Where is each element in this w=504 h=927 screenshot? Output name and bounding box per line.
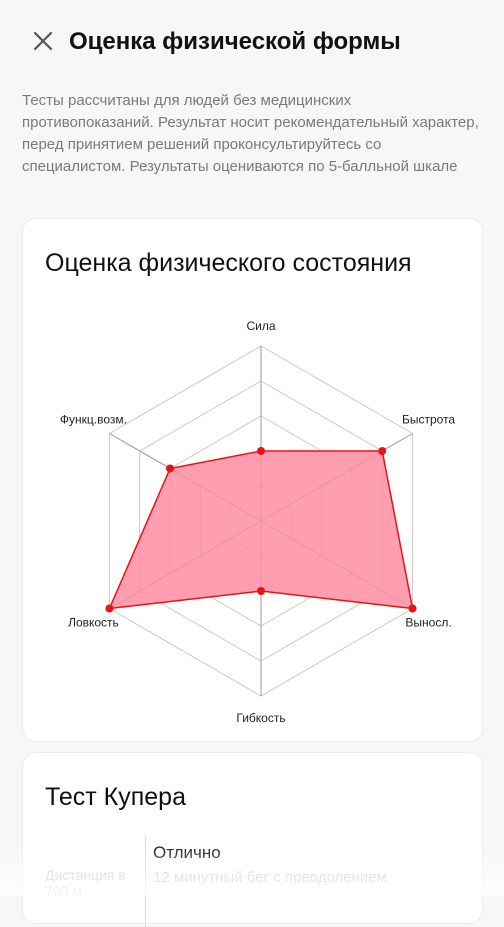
disclaimer-text: Тесты рассчитаны для людей без медицинск… — [22, 92, 479, 175]
radar-axis-label: Гибкость — [236, 711, 285, 725]
cooper-test-card[interactable]: Тест Купера Дистанция в 700 м Отлично 12… — [22, 752, 483, 927]
radar-data-point — [257, 587, 265, 595]
radar-axis-label: Быстрота — [402, 413, 455, 427]
radar-data-area — [108, 450, 414, 610]
radar-chart: Сила Быстрота Выносл. Гибкость Ловкость Функц… — [60, 319, 456, 725]
cooper-result: Отлично — [153, 843, 221, 862]
radar-data-point — [166, 464, 175, 473]
top-bar: Оценка физической формы — [0, 0, 504, 84]
radar-axis-label: Выносл. — [405, 616, 451, 630]
page-title: Оценка физической формы — [69, 28, 401, 55]
radar-data-point — [105, 604, 114, 613]
cooper-distance-label: Дистанция в 700 м — [45, 867, 126, 899]
close-icon — [33, 31, 53, 51]
cooper-description: 12 минутный бег с преодолением — [153, 869, 387, 886]
cooper-divider — [145, 837, 146, 927]
close-button[interactable] — [28, 26, 58, 56]
radar-data-point — [257, 447, 265, 455]
physical-state-card: Оценка физического состояния Сила Быстрот… — [22, 218, 483, 742]
cooper-card-title: Тест Купера — [45, 783, 186, 811]
radar-data-point — [408, 604, 417, 613]
radar-axis-label: Сила — [246, 319, 275, 333]
radar-data-point — [378, 447, 387, 455]
radar-axis-label: Функц.возм. — [60, 413, 127, 427]
radar-axis-label: Ловкость — [68, 616, 119, 630]
